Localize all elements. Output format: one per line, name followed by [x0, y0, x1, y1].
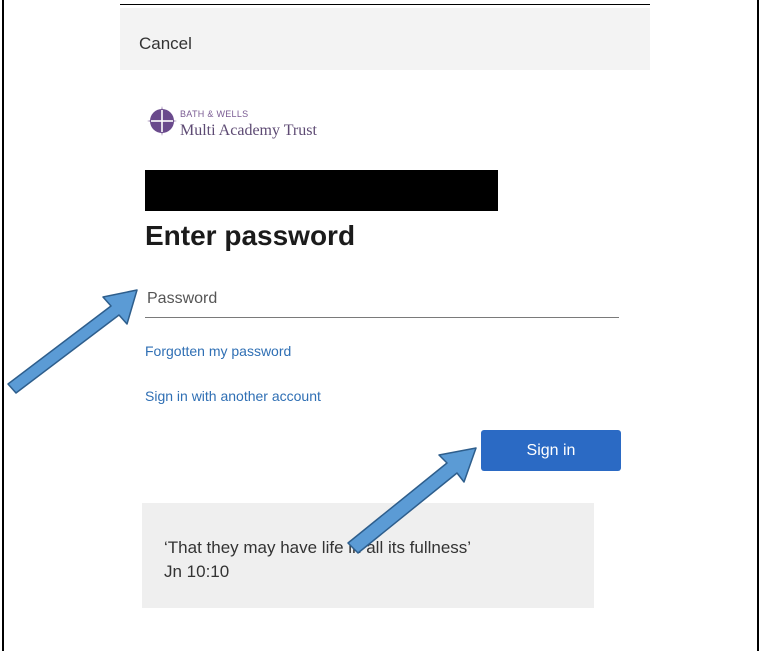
- forgot-password-link[interactable]: Forgotten my password: [145, 343, 291, 359]
- cancel-button[interactable]: Cancel: [139, 34, 192, 54]
- logo-line2: Multi Academy Trust: [180, 122, 317, 139]
- cross-emblem-icon: [147, 106, 177, 136]
- login-screen: Cancel BATH & WELLS Multi Academy Trust …: [120, 8, 650, 651]
- redacted-username: [145, 170, 498, 211]
- page-title: Enter password: [145, 220, 356, 251]
- quote-reference: Jn 10:10: [164, 562, 230, 581]
- quote-box: ‘That they may have life in all its full…: [142, 503, 594, 608]
- logo-line1: BATH & WELLS: [180, 109, 249, 119]
- sign-in-button[interactable]: Sign in: [481, 430, 621, 471]
- cancel-bar: Cancel: [120, 8, 650, 70]
- another-account-link[interactable]: Sign in with another account: [145, 388, 321, 404]
- top-rule: [120, 4, 650, 5]
- quote-text: ‘That they may have life in all its full…: [164, 538, 472, 557]
- password-input[interactable]: [145, 280, 619, 318]
